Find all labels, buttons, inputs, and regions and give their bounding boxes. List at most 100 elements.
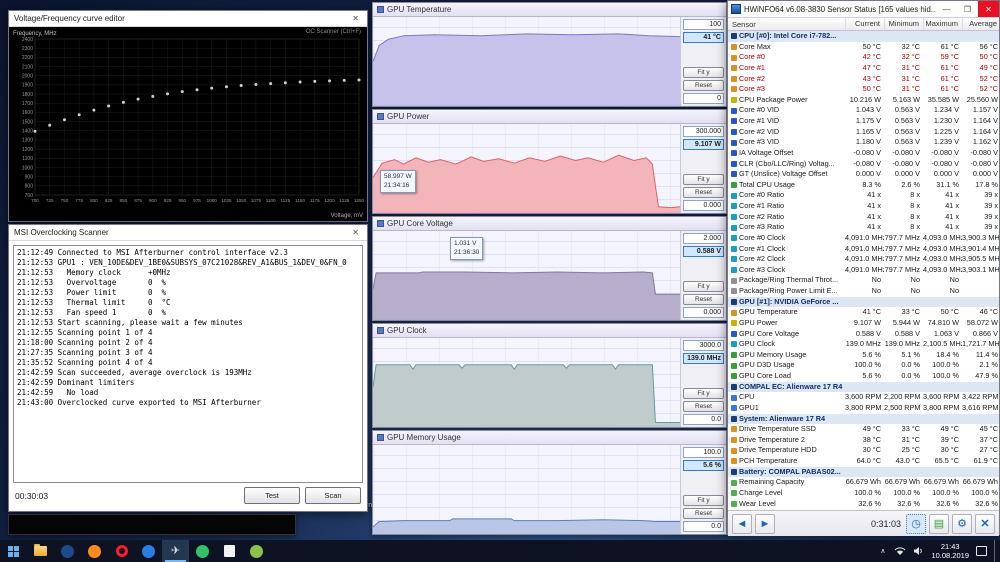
sensor-row[interactable]: Core #3 Ratio 41 x 8 x 41 x 39 x <box>728 222 999 233</box>
sensor-row[interactable]: GPU Power 9.107 W 5.944 W 74.810 W 58.072 W <box>728 318 999 329</box>
sensor-row[interactable]: CPU 3,600 RPM 2,200 RPM 3,600 RPM 3,422 RPM <box>728 392 999 403</box>
file-explorer-icon[interactable] <box>27 540 54 562</box>
sensor-row[interactable]: Drive Temperature SSD 49 °C 33 °C 49 °C 45 °… <box>728 424 999 435</box>
graph-plot-area[interactable] <box>373 124 681 213</box>
sensor-row[interactable]: Charge Level 100.0 % 100.0 % 100.0 % 100.0 % <box>728 488 999 499</box>
axis-min-value[interactable]: 0.000 <box>683 200 724 211</box>
sensor-row[interactable]: IA Voltage Offset -0.080 V -0.080 V -0.080 … <box>728 148 999 159</box>
exit-close-icon[interactable]: ✕ <box>975 513 995 534</box>
scanner-log[interactable]: 21:12:49 Connected to MSI Afterburner co… <box>13 245 363 483</box>
graph-plot-area[interactable] <box>373 231 681 320</box>
wifi-icon[interactable] <box>894 546 906 556</box>
afterburner-icon[interactable]: ✈ <box>162 540 189 562</box>
maximize-icon[interactable]: ❐ <box>957 1 978 17</box>
minimize-icon[interactable]: — <box>936 1 957 17</box>
current-value-box[interactable]: 0.588 V <box>683 246 724 257</box>
fit-y-button[interactable]: Fit y <box>683 388 724 399</box>
sensor-row[interactable]: Core #1 VID 1.175 V 0.563 V 1.230 V 1.164 V <box>728 116 999 127</box>
axis-min-value[interactable]: 0.0 <box>683 521 724 532</box>
reset-button[interactable]: Reset <box>683 80 724 91</box>
axis-max-value[interactable]: 2.000 <box>683 233 724 244</box>
sensor-row[interactable]: Package/Ring Thermal Throt... No No No <box>728 275 999 286</box>
current-value-box[interactable]: 139.0 MHz <box>683 353 724 364</box>
graph-panel-titlebar[interactable]: GPU Temperature <box>373 3 726 17</box>
opera-icon[interactable] <box>108 540 135 562</box>
column-sensor[interactable]: Sensor <box>728 20 845 29</box>
taskbar-clock[interactable]: 21:43 10.08.2019 <box>931 542 969 560</box>
sensor-group-row[interactable]: System: Alienware 17 R4 <box>728 413 999 425</box>
sensor-row[interactable]: Core #3 VID 1.180 V 0.563 V 1.239 V 1.162 V <box>728 137 999 148</box>
current-value-box[interactable]: 41 °C <box>683 32 724 43</box>
axis-max-value[interactable]: 300.000 <box>683 126 724 137</box>
sensor-row[interactable]: Core #0 42 °C 32 °C 59 °C 50 °C <box>728 52 999 63</box>
show-desktop-button[interactable] <box>994 540 998 562</box>
sensor-row[interactable]: CPU Package Power 10.216 W 5.163 W 35.585 W… <box>728 95 999 106</box>
clock-icon[interactable]: ◷ <box>906 513 926 534</box>
sensor-row[interactable]: Core #2 Ratio 41 x 8 x 41 x 39 x <box>728 212 999 223</box>
scanner-close-icon[interactable]: ✕ <box>349 228 362 237</box>
graph-panel-titlebar[interactable]: GPU Clock <box>373 324 726 338</box>
sensor-group-row[interactable]: GPU [#1]: NVIDIA GeForce ... <box>728 296 999 308</box>
sensor-group-row[interactable]: COMPAL EC: Alienware 17 R4 <box>728 381 999 393</box>
hwinfo-titlebar[interactable]: HWiNFO64 v6.08-3830 Sensor Status [165 v… <box>728 1 999 18</box>
sensor-row[interactable]: Core Max 50 °C 32 °C 61 °C 56 °C <box>728 42 999 53</box>
firefox-icon[interactable] <box>81 540 108 562</box>
axis-max-value[interactable]: 100 <box>683 19 724 30</box>
fit-y-button[interactable]: Fit y <box>683 495 724 506</box>
sensor-row[interactable]: Core #0 Clock 4,091.0 MHz 797.7 MHz 4,093.0… <box>728 233 999 244</box>
graph-plot-area[interactable] <box>373 445 681 534</box>
hidden-icons-chevron-icon[interactable]: ∧ <box>878 547 887 555</box>
settings-gear-icon[interactable]: ⚙ <box>952 513 972 534</box>
sensor-row[interactable]: Core #3 50 °C 31 °C 61 °C 52 °C <box>728 84 999 95</box>
sensor-row[interactable]: Core #1 Ratio 41 x 8 x 41 x 39 x <box>728 201 999 212</box>
sensor-row[interactable]: Core #0 Ratio 41 x 8 x 41 x 39 x <box>728 190 999 201</box>
sensor-row[interactable]: Drive Temperature 2 38 °C 31 °C 39 °C 37 °C <box>728 435 999 446</box>
scanner-titlebar[interactable]: MSI Overclocking Scanner ✕ <box>9 225 367 241</box>
start-button[interactable] <box>0 540 27 562</box>
axis-min-value[interactable]: 0 <box>683 93 724 104</box>
axis-max-value[interactable]: 100.0 <box>683 447 724 458</box>
sensor-group-row[interactable]: CPU [#0]: Intel Core i7-782... <box>728 31 999 42</box>
fit-y-button[interactable]: Fit y <box>683 174 724 185</box>
scan-button[interactable]: Scan <box>305 487 361 504</box>
app-icon-2[interactable] <box>135 540 162 562</box>
sensor-row[interactable]: Core #2 43 °C 31 °C 61 °C 52 °C <box>728 74 999 85</box>
sensor-row[interactable]: GT (Unslice) Voltage Offset 0.000 V 0.000 … <box>728 169 999 180</box>
back-arrow-icon[interactable]: ◄ <box>732 513 752 534</box>
sensor-row[interactable]: GPU Temperature 41 °C 33 °C 50 °C 46 °C <box>728 307 999 318</box>
sensor-row[interactable]: Core #1 Clock 4,091.0 MHz 797.7 MHz 4,093.0… <box>728 244 999 255</box>
sensor-row[interactable]: Core #1 47 °C 31 °C 61 °C 49 °C <box>728 63 999 74</box>
graph-panel-titlebar[interactable]: GPU Power <box>373 110 726 124</box>
reset-button[interactable]: Reset <box>683 508 724 519</box>
graph-panel-titlebar[interactable]: GPU Core Voltage <box>373 217 726 231</box>
reset-button[interactable]: Reset <box>683 187 724 198</box>
sensor-row[interactable]: Drive Temperature HDD 30 °C 25 °C 30 °C 27 °… <box>728 445 999 456</box>
app-icon-3[interactable] <box>189 540 216 562</box>
sensor-row[interactable]: CLR (Cbo/LLC/Ring) Voltag... -0.080 V -0.0… <box>728 159 999 170</box>
column-maximum[interactable]: Maximum <box>923 18 962 30</box>
vf-curve-chart[interactable]: 2400 2300 2200 2100 2000 1900 1800 1700 1600 1500… <box>9 27 367 221</box>
reset-button[interactable]: Reset <box>683 401 724 412</box>
sensor-row[interactable]: GPU Clock 139.0 MHz 139.0 MHz 2,100.5 MHz 1,… <box>728 339 999 350</box>
sensor-row[interactable]: Total CPU Usage 8.3 % 2.6 % 31.1 % 17.8 % <box>728 180 999 191</box>
sensor-row[interactable]: GPU Memory Usage 5.6 % 5.1 % 18.4 % 11.4 % <box>728 350 999 361</box>
sensor-row[interactable]: GPU1 3,800 RPM 2,500 RPM 3,800 RPM 3,616 RPM <box>728 403 999 414</box>
axis-max-value[interactable]: 3000.0 <box>683 340 724 351</box>
sensor-row[interactable]: GPU D3D Usage 100.0 % 0.0 % 100.0 % 2.1 % <box>728 360 999 371</box>
axis-min-value[interactable]: 0.000 <box>683 307 724 318</box>
sensor-row[interactable]: Core #2 VID 1.165 V 0.563 V 1.225 V 1.164 V <box>728 127 999 138</box>
sensor-group-row[interactable]: Battery: COMPAL PABAS02... <box>728 466 999 478</box>
sensor-row[interactable]: Wear Level 32.6 % 32.6 % 32.6 % 32.6 % <box>728 499 999 510</box>
notepad-icon[interactable] <box>216 540 243 562</box>
forward-arrow-icon[interactable]: ► <box>755 513 775 534</box>
app-icon-4[interactable] <box>243 540 270 562</box>
current-value-box[interactable]: 9.107 W <box>683 139 724 150</box>
sensor-row[interactable]: Remaining Capacity 66.679 Wh 66.679 Wh 66.6… <box>728 477 999 488</box>
column-current[interactable]: Current <box>845 18 884 30</box>
report-icon[interactable]: ▤ <box>929 513 949 534</box>
sensor-row[interactable]: GPU Core Voltage 0.588 V 0.588 V 1.063 V 0.8… <box>728 329 999 340</box>
column-average[interactable]: Average <box>962 18 1000 30</box>
vf-close-icon[interactable]: ✕ <box>349 14 362 23</box>
sensor-row[interactable]: PCH Temperature 64.0 °C 43.0 °C 65.5 °C 61.9… <box>728 456 999 467</box>
sensor-row[interactable]: Package/Ring Power Limit E... No No No <box>728 286 999 297</box>
